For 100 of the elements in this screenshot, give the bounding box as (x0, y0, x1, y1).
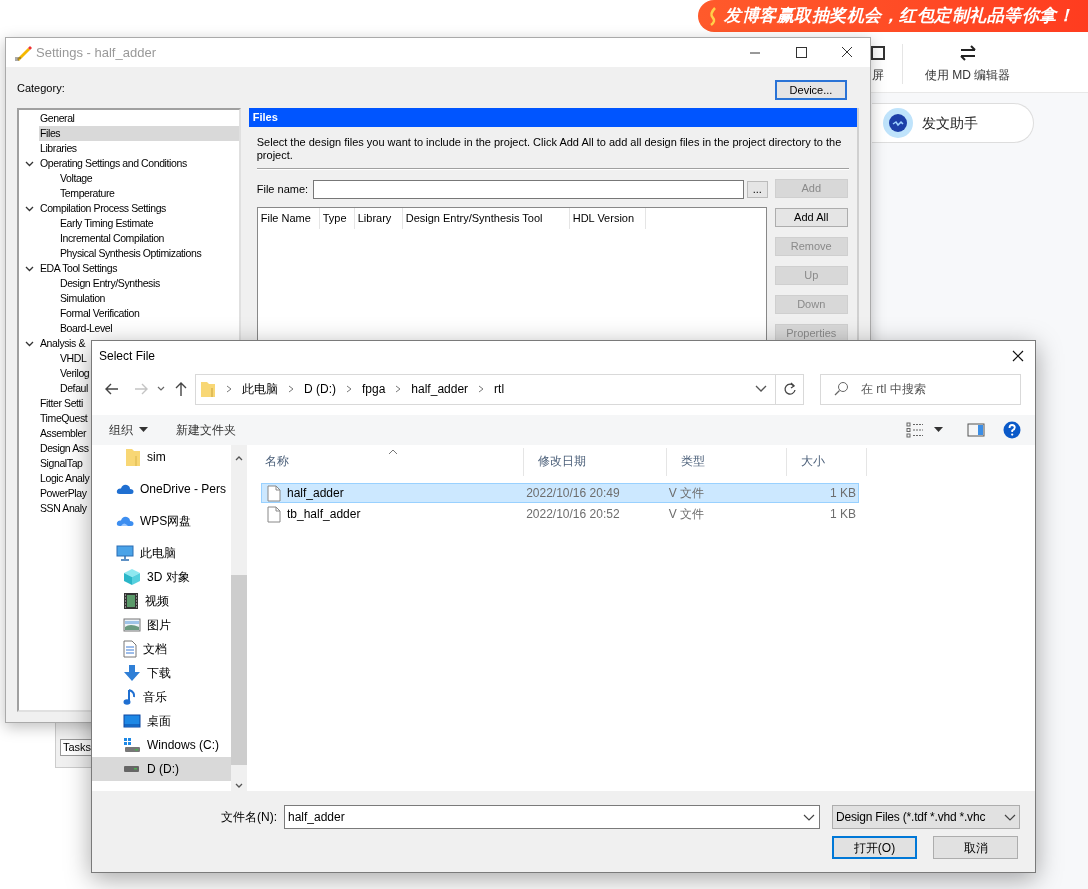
tree-item[interactable]: SSN Analy (39, 501, 87, 516)
tree-item[interactable]: Early Timing Estimate (59, 216, 154, 231)
column-header[interactable]: HDL Version (569, 208, 646, 229)
tree-item[interactable]: Files (39, 126, 239, 141)
column-header[interactable]: Design Entry/Synthesis Tool (402, 208, 570, 229)
file-name: half_adder (287, 485, 345, 502)
file-type: V 文件 (668, 506, 705, 523)
search-field[interactable]: 在 rtl 中搜索 (820, 373, 1021, 405)
tree-item[interactable]: Compilation Process Settings (39, 201, 166, 216)
tree-item[interactable]: Physical Synthesis Optimizations (59, 246, 202, 261)
tree-item[interactable]: Design Ass (39, 441, 89, 456)
nav-item[interactable]: 此电脑 (92, 541, 231, 565)
nav-item[interactable]: 图片 (92, 613, 231, 637)
tree-item[interactable]: Formal Verification (59, 306, 140, 321)
tree-item[interactable]: General (39, 111, 75, 126)
breadcrumb-item[interactable]: D (D:) (304, 380, 336, 398)
panel-description: Select the design files you want to include in the project. Click Add All to add all design files in the project directory to the project. (256, 136, 843, 162)
collapse-chevron-icon[interactable] (24, 340, 34, 347)
scrollbar[interactable] (231, 445, 247, 791)
column-header[interactable]: File Name (257, 208, 320, 229)
tree-item[interactable]: Voltage (59, 171, 93, 186)
tree-item[interactable]: Analysis & (39, 336, 86, 351)
swap-icon[interactable] (958, 44, 977, 62)
file-row[interactable]: half_adder 2022/10/16 20:49 V 文件 1 KB (261, 483, 859, 503)
nav-item[interactable]: 文档 (92, 637, 231, 661)
column-header[interactable]: Type (319, 208, 355, 229)
refresh-icon[interactable] (782, 382, 797, 396)
back-arrow-icon[interactable] (104, 381, 120, 397)
nav-item[interactable]: 视频 (92, 589, 231, 613)
nav-item[interactable]: WPS网盘 (92, 509, 231, 533)
sort-caret-icon (388, 449, 398, 455)
cancel-button[interactable]: 取消 (933, 836, 1018, 859)
browse-button[interactable]: ... (746, 180, 768, 198)
view-options-icon[interactable] (906, 422, 924, 438)
cloud-icon (116, 515, 134, 527)
tree-item[interactable]: EDA Tool Settings (39, 261, 118, 276)
file-size: 1 KB (829, 485, 857, 502)
collapse-chevron-icon[interactable] (24, 160, 34, 167)
preview-pane-icon[interactable] (967, 423, 985, 437)
tree-item[interactable]: VHDL (59, 351, 87, 366)
file-name-field[interactable] (312, 179, 744, 199)
toolbar-label[interactable]: 屏 (872, 66, 884, 84)
assistant-button[interactable]: 发文助手 (872, 103, 1034, 143)
panel-header: Files (248, 108, 857, 127)
collapse-chevron-icon[interactable] (24, 265, 34, 272)
picture-icon (123, 618, 141, 632)
collapse-chevron-icon[interactable] (24, 205, 34, 212)
panel-button[interactable]: Add All (774, 208, 848, 227)
tree-item[interactable]: Verilog (59, 366, 90, 381)
tree-item[interactable]: Simulation (59, 291, 106, 306)
nav-item[interactable]: 3D 对象 (92, 565, 231, 589)
nav-item[interactable]: 桌面 (92, 709, 231, 733)
toolbar-button[interactable]: 组织 (109, 421, 148, 439)
column-header[interactable]: Library (354, 208, 403, 229)
scrollbar-thumb[interactable] (231, 575, 247, 765)
tree-item[interactable]: Temperature (59, 186, 115, 201)
tree-item[interactable]: Design Entry/Synthesis (59, 276, 160, 291)
column-header[interactable]: 修改日期 (524, 448, 667, 476)
breadcrumb-item[interactable]: fpga (362, 380, 386, 398)
file-row[interactable]: tb_half_adder 2022/10/16 20:52 V 文件 1 KB (261, 504, 859, 524)
tree-item[interactable]: Assembler (39, 426, 86, 441)
screen-icon[interactable] (870, 44, 886, 62)
nav-item[interactable]: 下载 (92, 661, 231, 685)
help-icon[interactable] (1003, 421, 1021, 439)
window-title: Settings - half_adder (36, 43, 156, 62)
tree-item[interactable]: Libraries (39, 141, 77, 156)
up-arrow-icon[interactable] (173, 381, 189, 397)
tree-item[interactable]: PowerPlay (39, 486, 87, 501)
column-header[interactable]: 类型 (667, 448, 787, 476)
file-name-combo[interactable]: half_adder (284, 805, 820, 829)
device-button[interactable]: Device... (775, 80, 847, 100)
column-header[interactable]: 名称 (251, 448, 524, 476)
toolbar-button[interactable]: 新建文件夹 (176, 421, 236, 439)
address-bar[interactable]: 此电脑 D (D:) fpga half_adder rtl (195, 373, 804, 405)
nav-item[interactable]: sim (92, 445, 231, 469)
search-icon (833, 381, 849, 397)
tree-item[interactable]: Logic Analy (39, 471, 90, 486)
dropdown-caret-icon[interactable] (934, 427, 943, 433)
tree-item[interactable]: Incremental Compilation (59, 231, 165, 246)
tree-item[interactable]: Fitter Setti (39, 396, 84, 411)
toolbar-label[interactable]: 使用 MD 编辑器 (924, 66, 1011, 84)
tree-item[interactable]: TimeQuest (39, 411, 88, 426)
column-header[interactable]: 大小 (787, 448, 867, 476)
tree-item[interactable]: Operating Settings and Conditions (39, 156, 187, 171)
breadcrumb-item[interactable]: 此电脑 (242, 380, 278, 398)
search-placeholder: 在 rtl 中搜索 (861, 381, 926, 398)
category-label: Category: (17, 80, 65, 96)
file-icon (267, 484, 281, 502)
file-type-select[interactable]: Design Files (*.tdf *.vhd *.vhc (832, 805, 1020, 829)
breadcrumb-item[interactable]: rtl (494, 380, 505, 398)
tree-item[interactable]: Defaul (59, 381, 88, 396)
nav-item[interactable]: D (D:) (92, 757, 231, 781)
breadcrumb-item[interactable]: half_adder (411, 380, 469, 398)
open-button[interactable]: 打开(O) (832, 836, 917, 859)
nav-item[interactable]: 音乐 (92, 685, 231, 709)
folder-icon (125, 447, 141, 467)
tree-item[interactable]: Board-Level (59, 321, 113, 336)
nav-item[interactable]: OneDrive - Pers (92, 477, 231, 501)
tree-item[interactable]: SignalTap (39, 456, 83, 471)
film-icon (123, 592, 139, 610)
